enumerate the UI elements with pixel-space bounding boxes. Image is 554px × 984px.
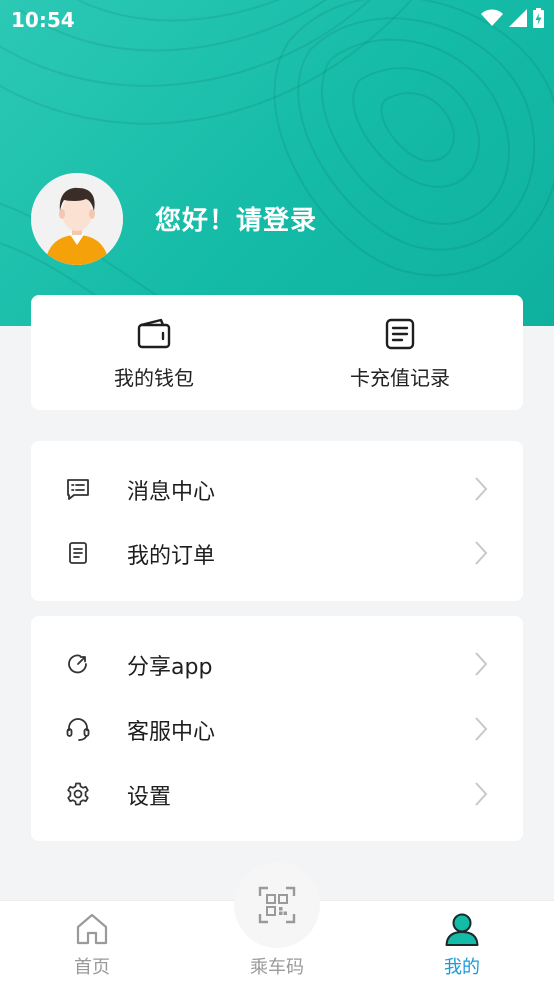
- profile-header: 10:54 您好！请登录: [0, 0, 554, 326]
- wallet-label: 我的钱包: [114, 366, 194, 390]
- recharge-record-label: 卡充值记录: [350, 366, 450, 390]
- tab-home[interactable]: 首页: [32, 901, 152, 984]
- home-icon: [76, 913, 108, 945]
- status-icons: [481, 8, 544, 28]
- order-icon: [69, 542, 87, 564]
- menu-label: 设置: [127, 785, 172, 810]
- menu-label: 消息中心: [127, 480, 216, 505]
- user-icon: [445, 913, 479, 946]
- tab-mine[interactable]: 我的: [402, 901, 522, 984]
- menu-item-customer-service[interactable]: 客服中心: [31, 697, 523, 761]
- headset-icon: [66, 718, 90, 741]
- document-icon: [385, 318, 415, 350]
- quick-actions-card: 我的钱包 卡充值记录: [31, 295, 523, 410]
- chevron-right-icon: [475, 541, 488, 565]
- menu-label: 我的订单: [127, 544, 216, 569]
- recharge-record-button[interactable]: 卡充值记录: [277, 295, 523, 410]
- tab-label: 首页: [74, 957, 110, 978]
- tab-label: 乘车码: [250, 957, 304, 978]
- share-icon: [68, 654, 87, 674]
- chevron-right-icon: [475, 717, 488, 741]
- cellular-signal-icon: [509, 9, 527, 27]
- tab-label: 我的: [444, 957, 480, 978]
- battery-charging-icon: [533, 8, 544, 28]
- bottom-nav: 首页 乘车码 我的: [0, 886, 554, 984]
- menu-item-message-center[interactable]: 消息中心: [31, 457, 523, 521]
- menu-group-support: 分享app 客服中心 设置: [31, 616, 523, 841]
- menu-item-settings[interactable]: 设置: [31, 762, 523, 826]
- wallet-button[interactable]: 我的钱包: [31, 295, 277, 410]
- chevron-right-icon: [475, 477, 488, 501]
- chevron-right-icon: [475, 652, 488, 676]
- qr-code-icon: [258, 886, 296, 924]
- wallet-icon: [137, 318, 171, 349]
- avatar[interactable]: [31, 173, 123, 265]
- login-greeting[interactable]: 您好！请登录: [155, 200, 317, 237]
- message-icon: [67, 479, 89, 500]
- wifi-icon: [481, 9, 503, 26]
- menu-label: 分享app: [127, 655, 213, 680]
- menu-label: 客服中心: [127, 720, 216, 745]
- menu-item-my-orders[interactable]: 我的订单: [31, 521, 523, 585]
- menu-item-share-app[interactable]: 分享app: [31, 632, 523, 696]
- chevron-right-icon: [475, 782, 488, 806]
- menu-group-messages: 消息中心 我的订单: [31, 441, 523, 601]
- gear-icon: [67, 782, 89, 806]
- tab-ride-code[interactable]: 乘车码: [217, 886, 337, 984]
- status-bar: 10:54: [0, 0, 554, 38]
- avatar-illustration: [31, 173, 123, 265]
- status-time: 10:54: [11, 8, 75, 32]
- contour-background: [0, 0, 554, 326]
